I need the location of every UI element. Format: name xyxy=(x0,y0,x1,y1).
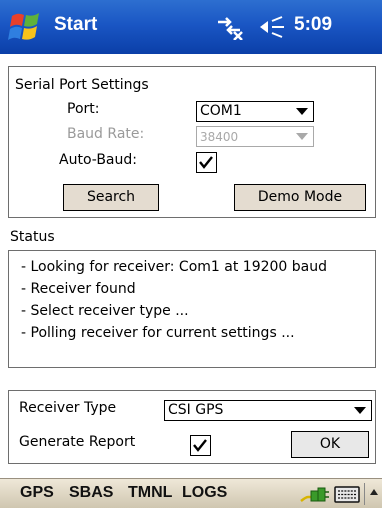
menu-tmnl[interactable]: TMNL xyxy=(128,484,172,502)
title-bar: Start 5:09 xyxy=(0,0,382,54)
menu-gps[interactable]: GPS xyxy=(20,484,54,502)
receiver-type-label: Receiver Type xyxy=(19,400,117,416)
port-dropdown[interactable]: COM1 xyxy=(196,101,314,122)
checkmark-icon xyxy=(199,156,213,169)
clock[interactable]: 5:09 xyxy=(294,14,332,36)
chevron-down-icon xyxy=(296,133,308,140)
baud-rate-dropdown[interactable]: 38400 xyxy=(196,126,314,147)
chevron-down-icon xyxy=(354,407,366,414)
serial-port-heading: Serial Port Settings xyxy=(15,77,149,93)
menu-sbas[interactable]: SBAS xyxy=(69,484,113,502)
chevron-down-icon xyxy=(296,108,308,115)
status-line: - Polling receiver for current settings … xyxy=(21,325,295,341)
menu-bar: GPS SBAS TMNL LOGS xyxy=(0,478,382,508)
demo-mode-button[interactable]: Demo Mode xyxy=(234,184,366,211)
sip-divider xyxy=(364,483,365,505)
auto-baud-label: Auto-Baud: xyxy=(59,152,137,168)
status-box: - Looking for receiver: Com1 at 19200 ba… xyxy=(8,250,376,368)
ok-button[interactable]: OK xyxy=(291,431,369,458)
baud-rate-label: Baud Rate: xyxy=(67,126,145,142)
receiver-group: Receiver Type CSI GPS Generate Report OK xyxy=(8,390,376,464)
search-button[interactable]: Search xyxy=(63,184,159,211)
system-tray: 5:09 xyxy=(182,0,382,54)
receiver-type-value: CSI GPS xyxy=(168,402,224,418)
status-line: - Looking for receiver: Com1 at 19200 ba… xyxy=(21,259,327,275)
start-button[interactable]: Start xyxy=(6,8,156,46)
sip-arrow-icon[interactable] xyxy=(370,489,378,495)
status-line: - Select receiver type ... xyxy=(21,303,189,319)
status-heading: Status xyxy=(10,229,55,245)
menu-logs[interactable]: LOGS xyxy=(182,484,227,502)
generate-report-label: Generate Report xyxy=(19,434,136,450)
checkmark-icon xyxy=(193,439,207,452)
port-label: Port: xyxy=(67,101,100,117)
receiver-type-dropdown[interactable]: CSI GPS xyxy=(164,400,372,421)
port-value: COM1 xyxy=(200,103,242,119)
keyboard-icon[interactable] xyxy=(334,484,360,504)
start-label: Start xyxy=(54,14,98,35)
status-line: - Receiver found xyxy=(21,281,136,297)
serial-port-settings-group: Serial Port Settings Port: COM1 Baud Rat… xyxy=(8,66,376,218)
volume-icon[interactable] xyxy=(258,15,286,39)
generate-report-checkbox[interactable] xyxy=(190,435,211,456)
auto-baud-checkbox[interactable] xyxy=(196,152,217,173)
windows-flag-icon xyxy=(8,13,39,40)
network-icon[interactable] xyxy=(214,14,244,40)
baud-rate-value: 38400 xyxy=(200,130,239,144)
connection-plug-icon[interactable] xyxy=(300,483,330,505)
